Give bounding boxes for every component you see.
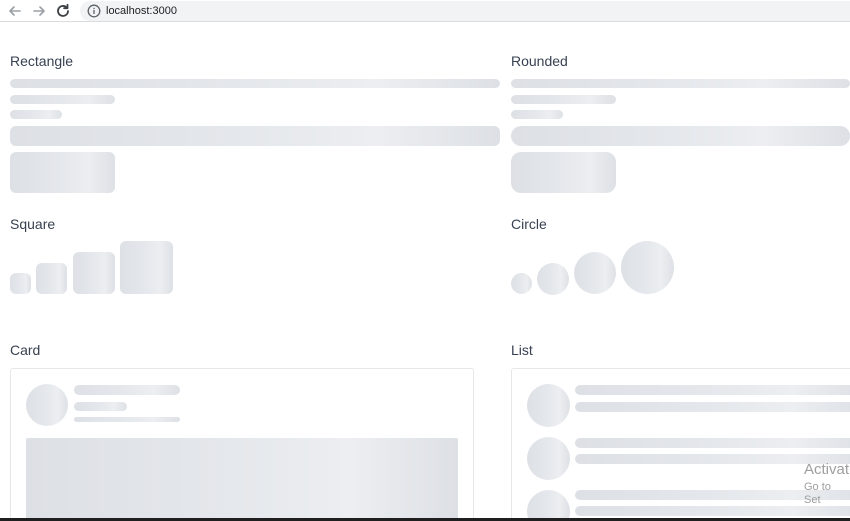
skeleton-circle-lg (621, 241, 674, 294)
section-title-rounded: Rounded (511, 53, 568, 69)
activation-watermark-title: Activat (804, 461, 850, 478)
section-title-square: Square (10, 216, 56, 232)
skeleton-card-media (26, 438, 458, 521)
skeleton-rect-line (10, 79, 500, 88)
skeleton-list-line (575, 438, 850, 448)
arrow-left-icon (9, 6, 21, 16)
section-title-card: Card (10, 342, 41, 358)
address-bar[interactable]: localhost:3000 (80, 1, 850, 21)
skeleton-rounded-line (511, 79, 850, 88)
arrow-right-icon (33, 6, 45, 16)
skeleton-rounded-bar (511, 126, 850, 146)
info-icon[interactable] (87, 4, 101, 18)
activation-watermark-subtitle: Go to Set (804, 481, 831, 506)
skeleton-list (511, 368, 850, 521)
skeleton-rect-line (10, 110, 62, 119)
reload-icon (57, 3, 69, 17)
skeleton-rounded-block (511, 152, 616, 193)
skeleton-rounded-line (511, 110, 563, 119)
skeleton-list-line (575, 402, 850, 412)
skeleton-square-xs (10, 273, 31, 294)
url-text[interactable]: localhost:3000 (106, 4, 177, 18)
skeleton-card-line (74, 402, 127, 411)
skeleton-list-avatar (527, 490, 570, 521)
skeleton-square-md (73, 252, 115, 294)
skeleton-circle-sm (537, 263, 569, 295)
skeleton-card (10, 368, 474, 521)
section-title-circle: Circle (511, 216, 547, 232)
section-title-rectangle: Rectangle (10, 53, 74, 69)
skeleton-list-avatar (527, 384, 570, 427)
forward-button[interactable] (30, 2, 48, 20)
skeleton-list-avatar (527, 437, 570, 480)
skeleton-rect-block (10, 152, 115, 193)
skeleton-square-lg (120, 241, 173, 294)
skeleton-card-avatar (26, 384, 68, 426)
section-title-list: List (511, 342, 533, 358)
skeleton-list-line (575, 506, 850, 516)
skeleton-rect-bar (10, 126, 500, 146)
back-button[interactable] (6, 2, 24, 20)
skeleton-square-sm (36, 263, 67, 294)
skeleton-circle-md (574, 252, 616, 294)
skeleton-rect-line (10, 95, 115, 104)
skeleton-card-line (74, 417, 180, 422)
skeleton-rounded-line (511, 95, 616, 104)
skeleton-list-line (575, 385, 850, 395)
skeleton-card-line (74, 385, 180, 395)
browser-toolbar: localhost:3000 (0, 0, 850, 22)
reload-button[interactable] (54, 2, 72, 20)
skeleton-circle-xs (511, 273, 532, 294)
